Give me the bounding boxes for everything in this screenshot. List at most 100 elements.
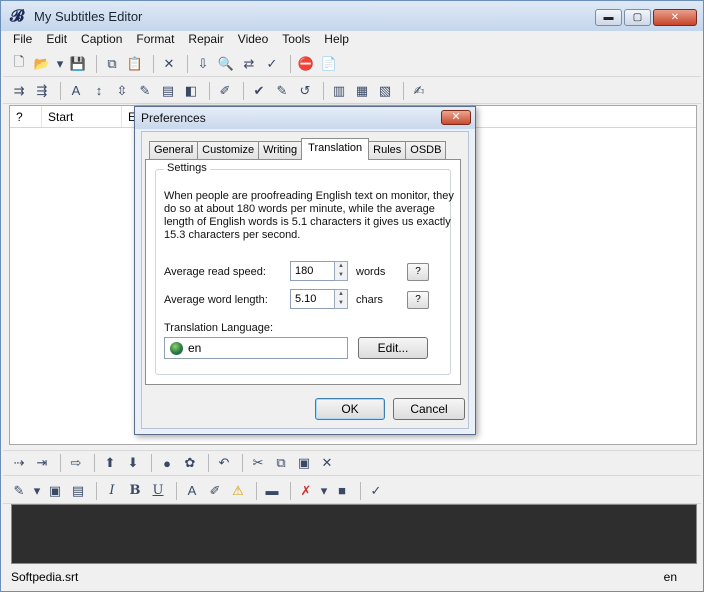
doc2-icon[interactable]: ▦ — [352, 81, 372, 101]
paste-icon[interactable]: 📋 — [125, 54, 145, 74]
spin-up-icon[interactable]: ▲ — [335, 262, 347, 271]
menu-repair[interactable]: Repair — [181, 31, 230, 49]
tab-writing[interactable]: Writing — [258, 141, 303, 159]
record-icon[interactable]: ● — [157, 453, 177, 473]
col-start[interactable]: Start — [42, 106, 122, 127]
open-file-icon[interactable]: 📂 — [32, 54, 52, 74]
insert-after-icon[interactable]: ⇥ — [32, 453, 52, 473]
effect-icon[interactable]: ✿ — [180, 453, 200, 473]
edit-language-button[interactable]: Edit... — [358, 337, 428, 359]
maximize-button[interactable]: ▢ — [624, 9, 651, 26]
check-icon[interactable]: ✔ — [249, 81, 269, 101]
pencil-icon[interactable]: ✎ — [272, 81, 292, 101]
import-icon[interactable]: ⇩ — [193, 54, 213, 74]
main-window: 𝓑 My Subtitles Editor ▬ ▢ ✕ File Edit Ca… — [0, 0, 704, 592]
toolbar-separator — [242, 454, 243, 472]
menu-caption[interactable]: Caption — [74, 31, 129, 49]
write-icon[interactable]: ✍ — [409, 81, 429, 101]
sign-icon[interactable]: ✓ — [366, 481, 386, 501]
brush-icon[interactable]: ✐ — [215, 81, 235, 101]
word-length-help-button[interactable]: ? — [407, 291, 429, 309]
reading-speed-description: When people are proofreading English tex… — [164, 190, 454, 241]
block-icon[interactable]: ■ — [332, 481, 352, 501]
eraser-icon[interactable]: ✐ — [205, 481, 225, 501]
bold-icon[interactable]: B — [125, 481, 145, 501]
font-icon[interactable]: A — [66, 81, 86, 101]
cancel-button[interactable]: Cancel — [393, 398, 465, 420]
col-flag[interactable]: ? — [10, 106, 42, 127]
warning-icon[interactable]: ⚠ — [228, 481, 248, 501]
subtitle-text-editor[interactable] — [11, 504, 697, 564]
dialog-title-bar[interactable]: Preferences ✕ — [135, 107, 475, 129]
menu-file[interactable]: File — [6, 31, 39, 49]
notes-icon[interactable]: 📄 — [319, 54, 339, 74]
text-edit-dropdown-icon[interactable]: ▾ — [32, 481, 42, 501]
move-up-icon[interactable]: ⬆ — [100, 453, 120, 473]
toolbar-separator — [403, 81, 404, 100]
read-speed-spinner[interactable]: ▲ ▼ — [334, 261, 348, 281]
menu-video[interactable]: Video — [231, 31, 275, 49]
status-language: en — [663, 570, 677, 584]
tab-translation[interactable]: Translation — [301, 138, 370, 160]
delete-icon[interactable]: ✕ — [159, 54, 179, 74]
remove-icon[interactable]: ✕ — [317, 453, 337, 473]
undo-edit-icon[interactable]: ↶ — [214, 453, 234, 473]
comment-icon[interactable]: ▬ — [262, 481, 282, 501]
cut-icon[interactable]: ✂ — [248, 453, 268, 473]
tab-rules[interactable]: Rules — [368, 141, 407, 159]
spell-fix-dropdown-icon[interactable]: ▾ — [319, 481, 329, 501]
read-speed-label: Average read speed: — [164, 266, 266, 278]
style2-icon[interactable]: ▤ — [68, 481, 88, 501]
menu-format[interactable]: Format — [129, 31, 181, 49]
italic-icon[interactable]: I — [102, 481, 122, 501]
text-edit-icon[interactable]: ✎ — [9, 481, 29, 501]
split-icon[interactable]: ⇶ — [32, 81, 52, 101]
word-length-spinner[interactable]: ▲ ▼ — [334, 289, 348, 309]
font-color-icon[interactable]: A — [182, 481, 202, 501]
spin-down-icon[interactable]: ▼ — [335, 271, 347, 280]
tab-osdb[interactable]: OSDB — [405, 141, 447, 159]
title-bar[interactable]: 𝓑 My Subtitles Editor ▬ ▢ ✕ — [1, 1, 703, 31]
stop-icon[interactable]: ⛔ — [296, 54, 316, 74]
copy-icon[interactable]: ⧉ — [102, 54, 122, 74]
style-icon[interactable]: ▣ — [45, 481, 65, 501]
menu-tools[interactable]: Tools — [275, 31, 317, 49]
video-icon[interactable]: ◧ — [181, 81, 201, 101]
spellcheck-icon[interactable]: ✓ — [262, 54, 282, 74]
spell-fix-icon[interactable]: ✗ — [296, 481, 316, 501]
close-button[interactable]: ✕ — [653, 9, 697, 26]
ok-button[interactable]: OK — [315, 398, 385, 420]
menu-edit[interactable]: Edit — [39, 31, 74, 49]
toolbar-separator — [96, 54, 97, 73]
find-icon[interactable]: 🔍 — [216, 54, 236, 74]
save-icon[interactable]: 💾 — [68, 54, 88, 74]
read-speed-input[interactable]: 180 — [290, 261, 336, 281]
word-length-input[interactable]: 5.10 — [290, 289, 336, 309]
minimize-button[interactable]: ▬ — [595, 9, 622, 26]
grid-icon[interactable]: ▤ — [158, 81, 178, 101]
menu-help[interactable]: Help — [317, 31, 356, 49]
spin-down-icon[interactable]: ▼ — [335, 299, 347, 308]
tab-customize[interactable]: Customize — [197, 141, 260, 159]
move-down-icon[interactable]: ⬇ — [123, 453, 143, 473]
undo-icon[interactable]: ↺ — [295, 81, 315, 101]
dialog-close-button[interactable]: ✕ — [441, 110, 471, 125]
read-speed-help-button[interactable]: ? — [407, 263, 429, 281]
edit-icon[interactable]: ✎ — [135, 81, 155, 101]
replace-icon[interactable]: ⇄ — [239, 54, 259, 74]
copy-text-icon[interactable]: ⧉ — [271, 453, 291, 473]
underline-icon[interactable]: U — [148, 481, 168, 501]
sort-icon[interactable]: ↕ — [89, 81, 109, 101]
spin-up-icon[interactable]: ▲ — [335, 290, 347, 299]
new-file-icon[interactable]: 🗋 — [9, 54, 29, 74]
open-dropdown-icon[interactable]: ▾ — [55, 54, 65, 74]
move-icon[interactable]: ⇨ — [66, 453, 86, 473]
insert-before-icon[interactable]: ⇢ — [9, 453, 29, 473]
paste-text-icon[interactable]: ▣ — [294, 453, 314, 473]
adjust-icon[interactable]: ⇳ — [112, 81, 132, 101]
doc3-icon[interactable]: ▧ — [375, 81, 395, 101]
translation-language-field[interactable]: en — [164, 337, 348, 359]
tab-general[interactable]: General — [149, 141, 199, 159]
doc-icon[interactable]: ▥ — [329, 81, 349, 101]
merge-icon[interactable]: ⇉ — [9, 81, 29, 101]
